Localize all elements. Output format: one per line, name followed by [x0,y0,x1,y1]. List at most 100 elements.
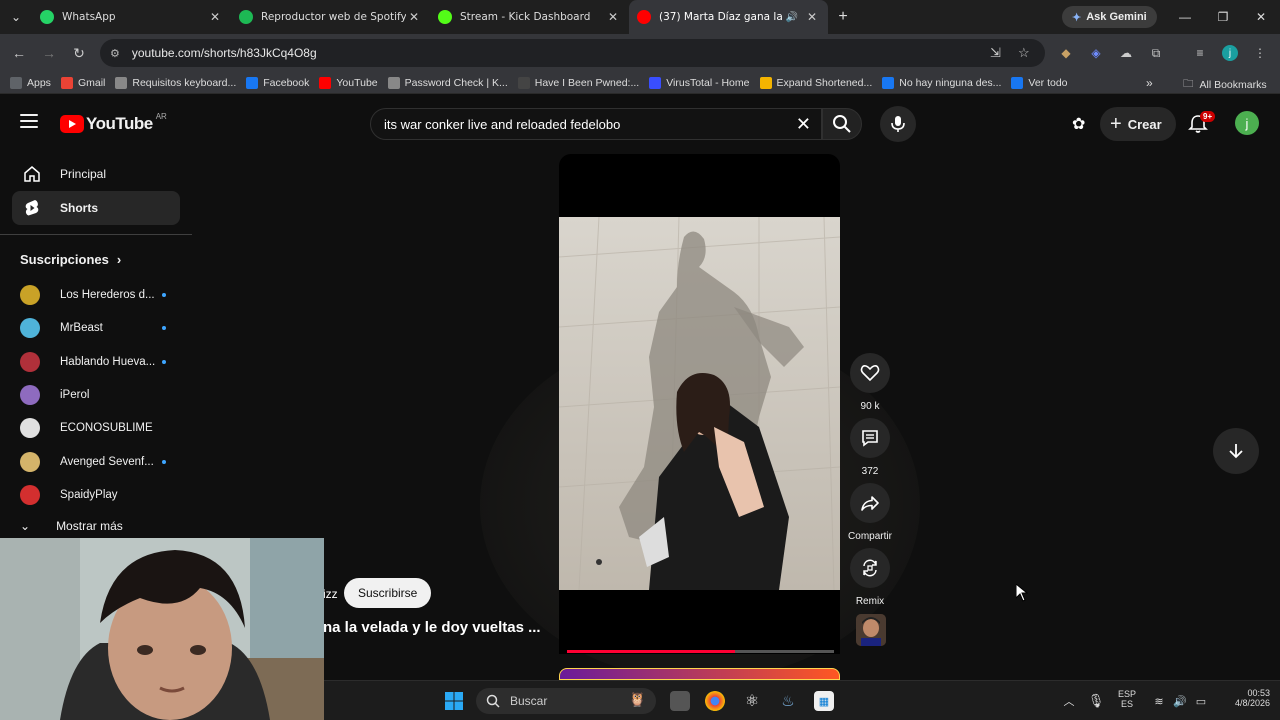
browser-tab[interactable]: Stream - Kick Dashboard ✕ [430,0,629,34]
all-bookmarks-button[interactable]: 🗀 All Bookmarks [1183,76,1267,94]
address-bar[interactable]: ⚙ youtube.com/shorts/h83JkCq4O8g ⇲ ☆ [100,39,1045,67]
taskbar-search-input[interactable]: Buscar 🦉 [476,688,656,714]
subscription-item[interactable]: MrBeast [20,315,170,341]
volume-icon[interactable]: 🔊 [1170,691,1190,711]
browser-tab[interactable]: Reproductor web de Spotify: m✕ [231,0,430,34]
bookmark-item[interactable]: YouTube [319,76,378,89]
subscription-item[interactable]: Avenged Sevenf... [20,449,170,475]
new-tab-button[interactable]: + [828,8,858,26]
bookmark-label: VirusTotal - Home [666,76,750,89]
bookmark-item[interactable]: Gmail [60,76,105,89]
bookmark-item[interactable]: VirusTotal - Home [649,76,750,89]
bookmark-item[interactable]: Password Check | K... [387,76,508,89]
store-icon[interactable]: ▦ [814,691,834,711]
subscriptions-heading[interactable]: Suscripciones › [20,252,121,267]
forward-icon[interactable]: → [34,45,64,61]
youtube-logo[interactable]: YouTube AR [60,111,167,134]
video-frame[interactable] [559,217,840,590]
task-view-icon[interactable] [670,691,690,711]
bookmark-label: Apps [27,76,51,89]
extensions-puzzle-icon[interactable]: ⧉ [1148,45,1164,61]
share-button[interactable] [850,483,890,523]
close-window-icon[interactable]: ✕ [1242,0,1280,34]
back-icon[interactable]: ← [4,45,34,61]
search-button[interactable] [822,108,862,140]
next-short-preview[interactable] [559,668,840,680]
minimize-icon[interactable]: — [1166,0,1204,34]
sidebar-item-shorts[interactable]: Shorts [12,191,180,225]
comments-button[interactable] [850,418,890,458]
steam-icon[interactable]: ♨ [778,691,798,711]
show-hidden-icons-chevron[interactable]: ︿ [1059,691,1079,711]
account-avatar[interactable]: j [1235,111,1259,135]
bookmark-item[interactable]: Ver todo [1011,76,1068,89]
search-input[interactable]: its war conker live and reloaded fedelob… [370,108,822,140]
chrome-icon[interactable] [705,691,725,711]
chevron-right-icon: › [116,252,122,267]
menu-icon[interactable] [20,114,38,128]
show-more-button[interactable]: ⌄ Mostrar más [20,519,123,533]
tab-search-menu-icon[interactable]: ⌄ [0,0,32,34]
microphone-icon [891,116,905,132]
shorts-player[interactable] [559,154,840,654]
openai-icon[interactable]: ⚛ [742,691,762,711]
close-tab-icon[interactable]: ✕ [605,10,621,24]
short-title[interactable]: na la velada y le doy vueltas ... [323,619,541,636]
sidebar: Principal Shorts Suscripciones › Los Here… [0,152,192,542]
microphone-icon[interactable]: 🎙 [1086,691,1106,711]
youtube-studio-icon[interactable]: ✿ [1072,114,1085,134]
bookmark-label: YouTube [336,76,378,89]
install-app-icon[interactable]: ⇲ [990,45,1001,61]
bookmark-item[interactable]: No hay ninguna des... [882,76,1001,89]
sidebar-item-principal[interactable]: Principal [12,157,180,191]
audio-source-thumbnail[interactable] [856,614,886,646]
maximize-icon[interactable]: ❐ [1204,0,1242,34]
browser-tab[interactable]: WhatsApp ✕ [32,0,231,34]
close-tab-icon[interactable]: ✕ [406,10,422,24]
country-code: AR [155,111,167,121]
bookmark-item[interactable]: Apps [10,76,51,89]
bookmark-item[interactable]: Facebook [246,76,309,89]
wifi-icon[interactable]: ≋ [1149,691,1169,711]
channel-name[interactable]: izz [323,587,338,601]
video-progress-bar[interactable] [567,650,834,653]
subscription-item[interactable]: Hablando Hueva... [20,349,170,375]
site-info-icon[interactable]: ⚙ [110,47,120,60]
bookmark-item[interactable]: Have I Been Pwned:... [517,76,639,89]
ask-gemini-button[interactable]: ✦ Ask Gemini [1062,6,1157,28]
create-button[interactable]: + Crear [1100,107,1176,141]
bookmark-item[interactable]: Requisitos keyboard... [115,76,236,89]
reload-icon[interactable]: ↻ [64,45,94,62]
next-short-button[interactable] [1213,428,1259,474]
subscription-item[interactable]: ECONOSUBLIME [20,415,170,441]
subscription-item[interactable]: Los Herederos d... [20,282,170,308]
subscribe-button[interactable]: Suscribirse [344,578,432,608]
search-icon [486,694,500,708]
voice-search-button[interactable] [880,106,916,142]
browser-menu-icon[interactable]: ⋮ [1252,45,1268,61]
battery-icon[interactable]: ▭ [1191,691,1211,711]
more-bookmarks-icon[interactable]: » [1146,76,1153,90]
remix-button[interactable] [850,548,890,588]
clear-search-icon[interactable]: ✕ [796,114,811,135]
close-tab-icon[interactable]: ✕ [207,10,223,24]
clock[interactable]: 00:53 4/8/2026 [1220,688,1270,708]
extension-icon[interactable]: ☁ [1118,45,1134,61]
browser-tab[interactable]: (37) Marta Díaz gana la vela🔊 ✕ [629,0,828,34]
profile-avatar[interactable]: j [1222,45,1238,61]
extension-icon[interactable]: ◈ [1088,45,1104,61]
media-control-icon[interactable]: ≡ [1192,45,1208,61]
subscription-item[interactable]: iPerol [20,382,170,408]
bookmark-star-icon[interactable]: ☆ [1018,45,1030,61]
subscription-item[interactable]: SpaidyPlay [20,482,170,508]
tab-audio-icon[interactable]: 🔊 [786,12,798,23]
extension-icon[interactable]: ◆ [1058,45,1074,61]
remix-icon [863,559,877,577]
close-tab-icon[interactable]: ✕ [804,10,820,24]
youtube-header: YouTube AR its war conker live and reloa… [0,94,1280,152]
bookmark-item[interactable]: Expand Shortened... [759,76,872,89]
keyboard-language[interactable]: ESP ES [1118,689,1136,709]
like-button[interactable] [850,353,890,393]
windows-start-icon[interactable] [444,691,464,711]
tab-title: Reproductor web de Spotify: m [261,11,406,23]
